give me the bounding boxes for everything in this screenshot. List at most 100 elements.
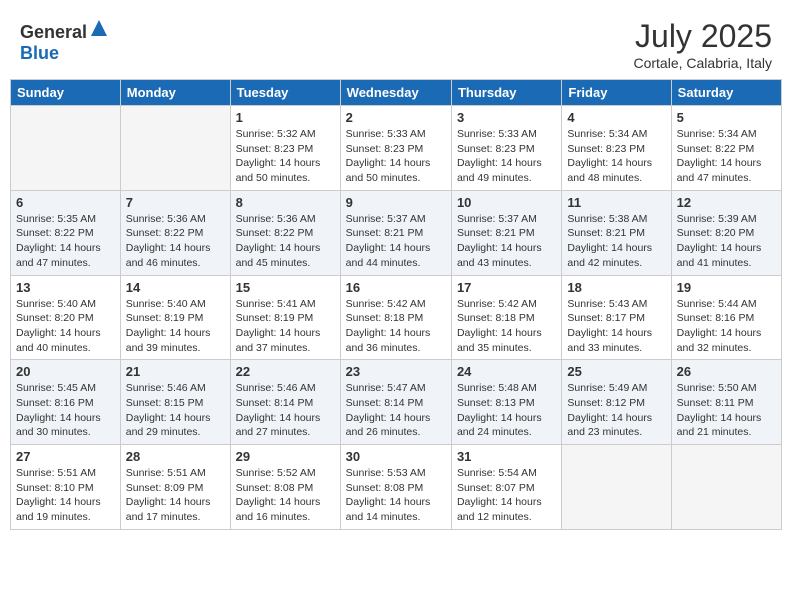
daylight-text: Daylight: 14 hours and 50 minutes.	[236, 156, 335, 185]
day-number: 25	[567, 364, 665, 379]
daylight-text: Daylight: 14 hours and 14 minutes.	[346, 495, 446, 524]
day-info: Sunrise: 5:47 AMSunset: 8:14 PMDaylight:…	[346, 381, 446, 440]
sunset-text: Sunset: 8:22 PM	[16, 226, 115, 241]
daylight-text: Daylight: 14 hours and 16 minutes.	[236, 495, 335, 524]
sunset-text: Sunset: 8:20 PM	[677, 226, 776, 241]
day-number: 26	[677, 364, 776, 379]
location-subtitle: Cortale, Calabria, Italy	[633, 55, 772, 71]
calendar-day-cell: 16Sunrise: 5:42 AMSunset: 8:18 PMDayligh…	[340, 275, 451, 360]
calendar-week-row: 13 Sunrise: 5:40 AMSunset: 8:20 PMDayligh…	[11, 275, 782, 360]
day-info: Sunrise: 5:53 AMSunset: 8:08 PMDaylight:…	[346, 466, 446, 525]
logo-text-general: General	[20, 22, 87, 42]
day-number: 4	[567, 110, 665, 125]
header-monday: Monday	[120, 80, 230, 106]
day-info: Sunrise: 5:35 AMSunset: 8:22 PMDaylight:…	[16, 212, 115, 271]
calendar-day-cell: 19 Sunrise: 5:44 AMSunset: 8:16 PMDayligh…	[671, 275, 781, 360]
day-info: Sunrise: 5:40 AMSunset: 8:20 PMDaylight:…	[16, 297, 115, 356]
daylight-text: Daylight: 14 hours and 47 minutes.	[16, 241, 115, 270]
calendar-day-cell	[562, 445, 671, 530]
sunrise-text: Sunrise: 5:51 AM	[126, 466, 225, 481]
day-number: 19	[677, 280, 776, 295]
sunset-text: Sunset: 8:07 PM	[457, 481, 556, 496]
sunset-text: Sunset: 8:11 PM	[677, 396, 776, 411]
sunset-text: Sunset: 8:13 PM	[457, 396, 556, 411]
sunset-text: Sunset: 8:22 PM	[677, 142, 776, 157]
sunrise-text: Sunrise: 5:49 AM	[567, 381, 665, 396]
calendar-day-cell: 24Sunrise: 5:48 AMSunset: 8:13 PMDayligh…	[451, 360, 561, 445]
calendar-day-cell: 13 Sunrise: 5:40 AMSunset: 8:20 PMDayligh…	[11, 275, 121, 360]
sunset-text: Sunset: 8:16 PM	[677, 311, 776, 326]
day-info: Sunrise: 5:37 AMSunset: 8:21 PMDaylight:…	[346, 212, 446, 271]
month-title: July 2025	[633, 18, 772, 55]
day-number: 3	[457, 110, 556, 125]
day-number: 5	[677, 110, 776, 125]
sunrise-text: Sunrise: 5:46 AM	[236, 381, 335, 396]
calendar-day-cell: 15Sunrise: 5:41 AMSunset: 8:19 PMDayligh…	[230, 275, 340, 360]
header-friday: Friday	[562, 80, 671, 106]
sunrise-text: Sunrise: 5:46 AM	[126, 381, 225, 396]
daylight-text: Daylight: 14 hours and 48 minutes.	[567, 156, 665, 185]
day-number: 9	[346, 195, 446, 210]
day-info: Sunrise: 5:51 AMSunset: 8:09 PMDaylight:…	[126, 466, 225, 525]
day-number: 27	[16, 449, 115, 464]
sunset-text: Sunset: 8:14 PM	[236, 396, 335, 411]
sunrise-text: Sunrise: 5:38 AM	[567, 212, 665, 227]
day-number: 21	[126, 364, 225, 379]
day-info: Sunrise: 5:34 AMSunset: 8:23 PMDaylight:…	[567, 127, 665, 186]
calendar-header-row: Sunday Monday Tuesday Wednesday Thursday…	[11, 80, 782, 106]
logo: General Blue	[20, 18, 109, 64]
day-info: Sunrise: 5:46 AMSunset: 8:15 PMDaylight:…	[126, 381, 225, 440]
day-number: 13	[16, 280, 115, 295]
sunset-text: Sunset: 8:09 PM	[126, 481, 225, 496]
day-number: 7	[126, 195, 225, 210]
sunrise-text: Sunrise: 5:50 AM	[677, 381, 776, 396]
day-number: 23	[346, 364, 446, 379]
day-number: 17	[457, 280, 556, 295]
sunset-text: Sunset: 8:23 PM	[346, 142, 446, 157]
day-info: Sunrise: 5:33 AMSunset: 8:23 PMDaylight:…	[457, 127, 556, 186]
daylight-text: Daylight: 14 hours and 19 minutes.	[16, 495, 115, 524]
logo-text-blue: Blue	[20, 43, 59, 63]
daylight-text: Daylight: 14 hours and 40 minutes.	[16, 326, 115, 355]
sunset-text: Sunset: 8:08 PM	[236, 481, 335, 496]
day-info: Sunrise: 5:37 AMSunset: 8:21 PMDaylight:…	[457, 212, 556, 271]
daylight-text: Daylight: 14 hours and 37 minutes.	[236, 326, 335, 355]
daylight-text: Daylight: 14 hours and 35 minutes.	[457, 326, 556, 355]
sunrise-text: Sunrise: 5:32 AM	[236, 127, 335, 142]
daylight-text: Daylight: 14 hours and 27 minutes.	[236, 411, 335, 440]
sunrise-text: Sunrise: 5:37 AM	[346, 212, 446, 227]
day-number: 16	[346, 280, 446, 295]
daylight-text: Daylight: 14 hours and 44 minutes.	[346, 241, 446, 270]
daylight-text: Daylight: 14 hours and 26 minutes.	[346, 411, 446, 440]
daylight-text: Daylight: 14 hours and 49 minutes.	[457, 156, 556, 185]
day-info: Sunrise: 5:46 AMSunset: 8:14 PMDaylight:…	[236, 381, 335, 440]
sunrise-text: Sunrise: 5:47 AM	[346, 381, 446, 396]
daylight-text: Daylight: 14 hours and 12 minutes.	[457, 495, 556, 524]
daylight-text: Daylight: 14 hours and 32 minutes.	[677, 326, 776, 355]
header-wednesday: Wednesday	[340, 80, 451, 106]
sunrise-text: Sunrise: 5:51 AM	[16, 466, 115, 481]
day-info: Sunrise: 5:45 AMSunset: 8:16 PMDaylight:…	[16, 381, 115, 440]
day-info: Sunrise: 5:39 AMSunset: 8:20 PMDaylight:…	[677, 212, 776, 271]
sunset-text: Sunset: 8:21 PM	[457, 226, 556, 241]
calendar-day-cell: 29Sunrise: 5:52 AMSunset: 8:08 PMDayligh…	[230, 445, 340, 530]
calendar-day-cell: 10Sunrise: 5:37 AMSunset: 8:21 PMDayligh…	[451, 190, 561, 275]
day-number: 31	[457, 449, 556, 464]
calendar-day-cell: 21 Sunrise: 5:46 AMSunset: 8:15 PMDayligh…	[120, 360, 230, 445]
sunrise-text: Sunrise: 5:43 AM	[567, 297, 665, 312]
sunset-text: Sunset: 8:15 PM	[126, 396, 225, 411]
sunset-text: Sunset: 8:18 PM	[457, 311, 556, 326]
day-number: 12	[677, 195, 776, 210]
sunrise-text: Sunrise: 5:44 AM	[677, 297, 776, 312]
sunrise-text: Sunrise: 5:33 AM	[346, 127, 446, 142]
day-number: 22	[236, 364, 335, 379]
day-number: 15	[236, 280, 335, 295]
sunrise-text: Sunrise: 5:33 AM	[457, 127, 556, 142]
daylight-text: Daylight: 14 hours and 30 minutes.	[16, 411, 115, 440]
daylight-text: Daylight: 14 hours and 24 minutes.	[457, 411, 556, 440]
calendar-table: Sunday Monday Tuesday Wednesday Thursday…	[10, 79, 782, 530]
day-info: Sunrise: 5:54 AMSunset: 8:07 PMDaylight:…	[457, 466, 556, 525]
sunrise-text: Sunrise: 5:42 AM	[457, 297, 556, 312]
sunset-text: Sunset: 8:23 PM	[567, 142, 665, 157]
day-info: Sunrise: 5:50 AMSunset: 8:11 PMDaylight:…	[677, 381, 776, 440]
